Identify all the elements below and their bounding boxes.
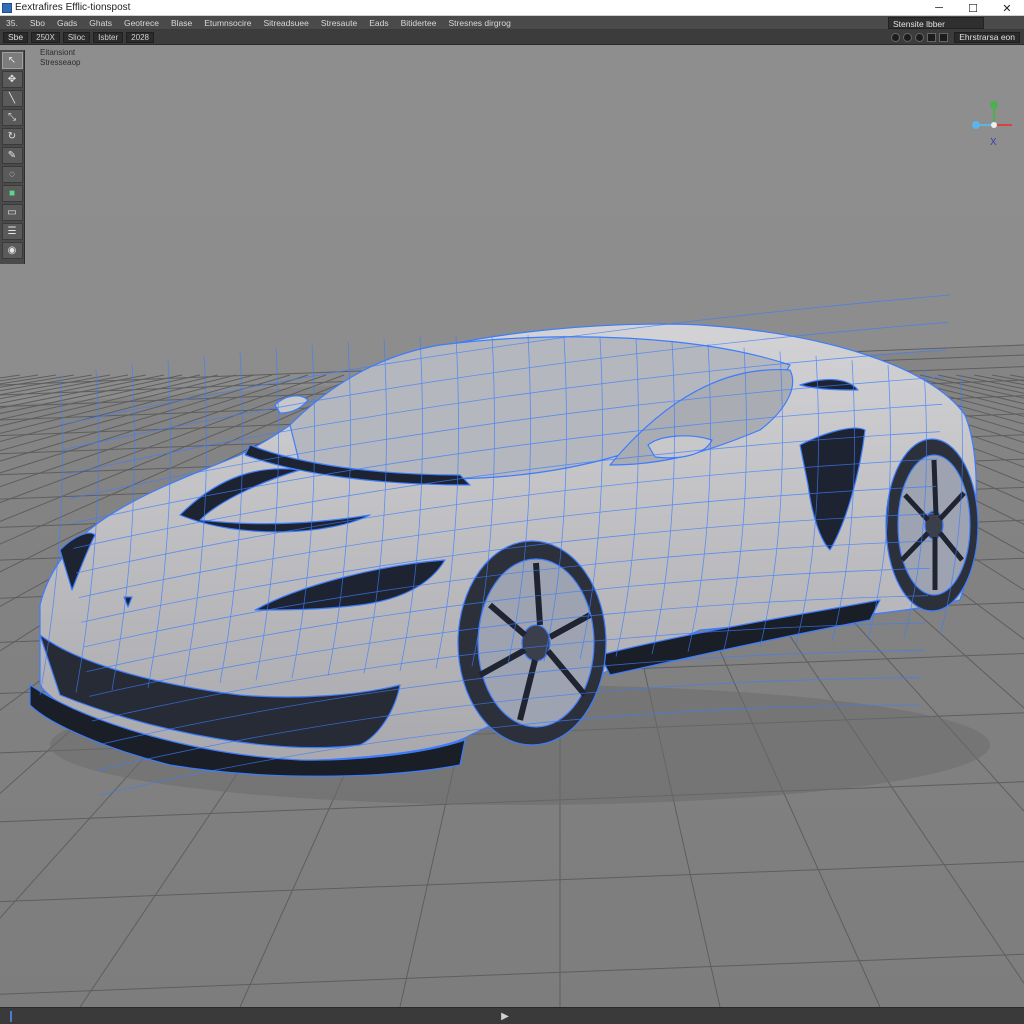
camera-icon[interactable]: ◉: [1, 242, 23, 259]
3d-viewport[interactable]: Eitansiont Stresseaop X: [0, 45, 1024, 1007]
timeline-marker[interactable]: [10, 1011, 12, 1022]
menu-item[interactable]: Sbo: [24, 16, 51, 30]
rotate-icon[interactable]: ↻: [1, 128, 23, 145]
menu-item[interactable]: Stresnes dirgrog: [443, 16, 517, 30]
render-preset-label[interactable]: Ehrstrarsa eon: [954, 32, 1020, 43]
tool-palette: ↖ ✥ ╲ ⤡ ↻ ✎ ◌ ■ ▭ ☰ ◉: [0, 50, 25, 264]
viewport-info-line: Stresseaop: [40, 58, 81, 67]
title-bar: Eextrafires Efflic-tionspost ─ ☐ ✕: [0, 0, 1024, 16]
layers-icon[interactable]: ☰: [1, 223, 23, 240]
timeline-bar: ▶: [0, 1007, 1024, 1024]
menu-item[interactable]: 35.: [0, 16, 24, 30]
menu-item[interactable]: Etumnsocire: [198, 16, 257, 30]
toolbar-button[interactable]: 250X: [31, 31, 60, 43]
maximize-button[interactable]: ☐: [956, 0, 990, 16]
viewport-info-line: Eitansiont: [40, 48, 76, 57]
menu-item[interactable]: Sitreadsuee: [257, 16, 314, 30]
viewport-info: Eitansiont Stresseaop: [40, 48, 80, 68]
menu-search-area: Stensite lbber: [888, 17, 984, 29]
menu-item[interactable]: Blase: [165, 16, 198, 30]
select-arrow-icon[interactable]: ↖: [1, 52, 23, 69]
window-title: Eextrafires Efflic-tionspost: [15, 2, 131, 13]
edit-icon[interactable]: ✎: [1, 147, 23, 164]
rear-wheel: [885, 438, 979, 612]
menu-item[interactable]: Gads: [51, 16, 83, 30]
toolbar-button[interactable]: Slioc: [62, 31, 91, 43]
menu-item[interactable]: Geotrece: [118, 16, 165, 30]
close-button[interactable]: ✕: [990, 0, 1024, 16]
material-icon[interactable]: ■: [1, 185, 23, 202]
axis-gizmo-icon[interactable]: X: [964, 95, 1020, 151]
toolbar-button[interactable]: 2028: [126, 31, 154, 43]
toolbar-button[interactable]: Isbter: [93, 31, 124, 43]
record-icon[interactable]: [903, 33, 913, 42]
window-controls: ─ ☐ ✕: [922, 0, 1024, 16]
toolbar-right: Ehrstrarsa eon: [891, 31, 1020, 44]
menu-item[interactable]: Ghats: [83, 16, 118, 30]
app-icon: [2, 2, 12, 13]
scale-icon[interactable]: ⤡: [1, 109, 23, 126]
move-icon[interactable]: ✥: [1, 71, 23, 88]
stop-icon[interactable]: [927, 33, 937, 42]
toolbar: Sbe 250X Slioc Isbter 2028 Ehrstrarsa eo…: [0, 30, 1024, 45]
record-icon[interactable]: [891, 33, 901, 42]
stop-icon[interactable]: [939, 33, 949, 42]
menu-item[interactable]: Eads: [363, 16, 394, 30]
gizmo-axis-label: X: [990, 137, 997, 148]
minimize-button[interactable]: ─: [922, 0, 956, 16]
record-icon[interactable]: [915, 33, 925, 42]
line-tool-icon[interactable]: ╲: [1, 90, 23, 107]
search-field[interactable]: Stensite lbber: [888, 17, 984, 29]
lasso-icon[interactable]: ◌: [1, 166, 23, 183]
viewport-scene: [0, 294, 1024, 1007]
play-icon[interactable]: ▶: [498, 1010, 512, 1023]
menu-item[interactable]: Stresaute: [315, 16, 363, 30]
menu-item[interactable]: Bitidertee: [395, 16, 443, 30]
menu-bar: 35. Sbo Gads Ghats Geotrece Blase Etumns…: [0, 16, 1024, 30]
document-icon[interactable]: ▭: [1, 204, 23, 221]
toolbar-mode-label[interactable]: Sbe: [3, 31, 29, 43]
